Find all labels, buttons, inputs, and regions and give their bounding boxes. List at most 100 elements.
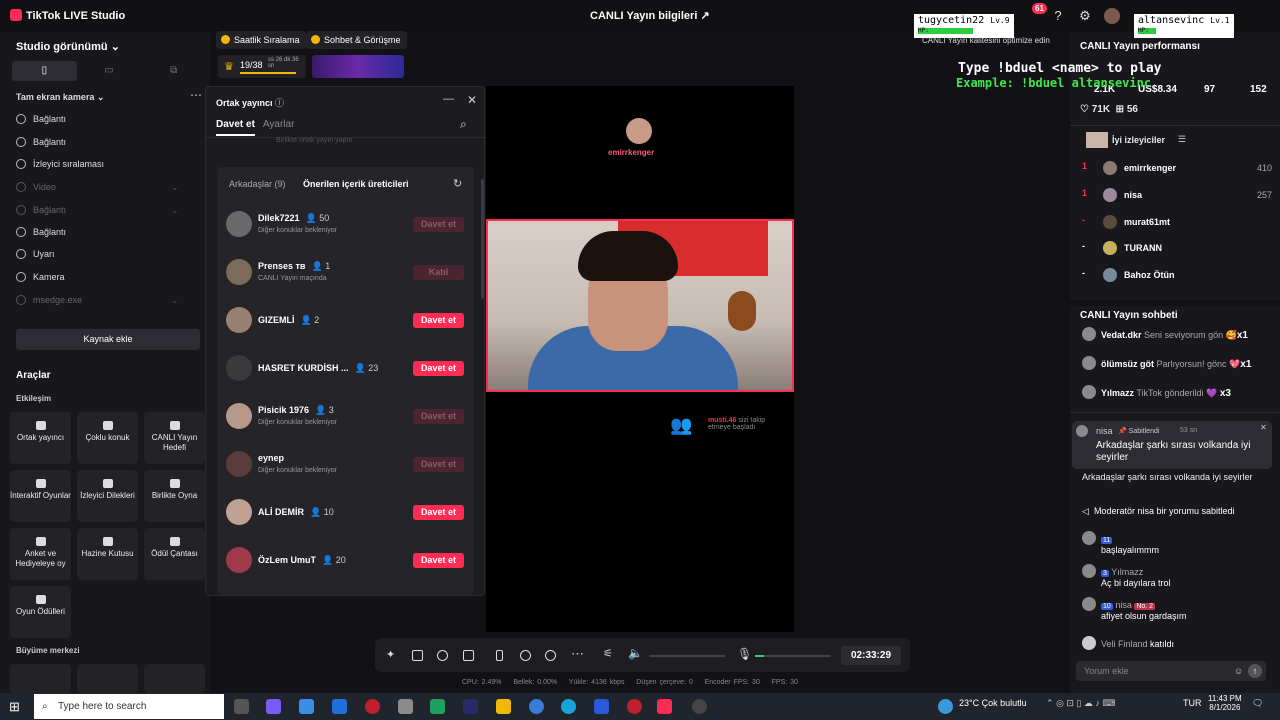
task-view-icon[interactable] xyxy=(234,699,249,714)
rank-row[interactable]: - Bahoz Ötün xyxy=(1082,268,1272,284)
scrollbar[interactable] xyxy=(481,179,484,299)
tool-cohost[interactable]: Ortak yayıncı xyxy=(10,412,71,464)
tiktok-studio-icon[interactable] xyxy=(657,699,672,714)
magic-icon[interactable]: ✦ xyxy=(386,648,397,661)
mic-icon[interactable]: 🎙 xyxy=(737,647,752,661)
source-item[interactable]: Bağlantı ⌄ xyxy=(16,202,179,218)
tool-growth-3[interactable] xyxy=(144,664,205,693)
rank-row[interactable]: - TURANN xyxy=(1082,241,1272,257)
mail-icon[interactable] xyxy=(332,699,347,714)
invite-button[interactable]: Davet et xyxy=(413,505,464,520)
source-item[interactable]: Bağlantı xyxy=(16,224,66,240)
source-item[interactable]: Bağlantı xyxy=(16,134,66,150)
source-item[interactable]: Uyarı xyxy=(16,246,55,262)
invite-button[interactable]: Davet et xyxy=(413,553,464,568)
emoji-icon[interactable]: ☺ xyxy=(1234,661,1243,681)
app-icon[interactable] xyxy=(398,699,413,714)
tool-growth-2[interactable] xyxy=(77,664,138,693)
settings-gear-icon[interactable]: ⚙ xyxy=(1077,8,1093,24)
studio-view-dropdown[interactable]: Studio görünümü ⌄ xyxy=(16,40,120,53)
weather-icon[interactable] xyxy=(938,699,953,714)
promo-banner[interactable] xyxy=(312,55,404,78)
add-source-button[interactable]: Kaynak ekle xyxy=(16,329,200,350)
landscape-layout-button[interactable]: ▭ xyxy=(77,61,142,81)
app-icon[interactable] xyxy=(594,699,609,714)
rank-row[interactable]: - murat61mt xyxy=(1082,215,1272,231)
app-icon[interactable] xyxy=(692,699,707,714)
store-icon[interactable] xyxy=(299,699,314,714)
tool-poll[interactable]: Anket ve Hediyeleye oy xyxy=(10,528,71,580)
rank-progress-card[interactable]: ♛ 19/38 ss 26 dk 36 sn xyxy=(218,55,306,78)
tool-game-rewards[interactable]: Oyun Ödülleri xyxy=(10,586,71,638)
record-icon[interactable] xyxy=(520,650,531,661)
help-icon[interactable]: ? xyxy=(1050,8,1066,24)
tool-viewer-wishes[interactable]: İzleyici Dilekleri xyxy=(77,470,138,522)
hourly-ranking-pill[interactable]: Saatlik Sıralama xyxy=(216,31,306,49)
taskbar-search[interactable]: ⌕ Type here to search xyxy=(34,694,224,719)
tray-icons[interactable]: ⌃ ◎ ⊡ ▯ ☁ ♪ ⌨ xyxy=(1046,698,1115,709)
portrait-layout-button[interactable]: ▯ xyxy=(12,61,77,81)
minimize-icon[interactable]: — xyxy=(443,93,454,105)
dual-layout-button[interactable]: ⧉ xyxy=(141,61,206,81)
volume-slider[interactable] xyxy=(649,655,725,657)
weather-text[interactable]: 23°C Çok bulutlu xyxy=(959,698,1027,708)
invite-button[interactable]: Davet et xyxy=(413,361,464,376)
app-icon[interactable] xyxy=(627,699,642,714)
rank-row[interactable]: 1 emirrkenger 410 xyxy=(1082,161,1272,177)
phone-icon[interactable] xyxy=(496,650,503,661)
tool-play-together[interactable]: Birlikte Oyna xyxy=(144,470,205,522)
tab-friends[interactable]: Arkadaşlar (9) xyxy=(229,179,286,189)
source-item[interactable]: msedge.exe ⌄ xyxy=(16,292,179,308)
tool-live-goal[interactable]: CANLI Yayın Hedefi xyxy=(144,412,205,464)
join-button[interactable]: Katıl xyxy=(413,265,464,280)
source-item[interactable]: Kamera xyxy=(16,269,65,285)
sliders-icon[interactable]: ⚟ xyxy=(603,647,614,660)
tool-multiguest[interactable]: Çoklu konuk xyxy=(77,412,138,464)
language-indicator[interactable]: TUR xyxy=(1183,698,1202,708)
refresh-icon[interactable]: ↻ xyxy=(453,177,462,190)
chat-meet-pill[interactable]: Sohbet & Görüşme xyxy=(306,31,407,49)
tab-suggested[interactable]: Önerilen içerik üreticileri xyxy=(303,179,409,189)
windows-start-icon[interactable]: ⊞ xyxy=(9,699,20,715)
tab-invite[interactable]: Davet et xyxy=(216,119,255,136)
profile-avatar[interactable] xyxy=(1104,8,1120,24)
source-item[interactable]: Video ⌄ xyxy=(16,179,179,195)
source-item[interactable]: Bağlantı xyxy=(16,111,66,127)
screenshot-icon[interactable] xyxy=(412,650,423,661)
copilot-icon[interactable] xyxy=(266,699,281,714)
target-icon[interactable] xyxy=(545,650,556,661)
close-icon[interactable]: ✕ xyxy=(467,93,477,107)
send-icon[interactable]: ↑ xyxy=(1248,664,1262,678)
edge-icon[interactable] xyxy=(561,699,576,714)
notification-icon[interactable]: 🗨 xyxy=(1252,698,1263,709)
more-icon[interactable]: ⋯ xyxy=(571,646,584,662)
list-icon[interactable]: ☰ xyxy=(1178,134,1186,145)
app-icon[interactable] xyxy=(365,699,380,714)
more-icon[interactable]: ⋯ xyxy=(190,88,202,102)
live-info-title[interactable]: CANLI Yayın bilgileri ↗ xyxy=(590,9,710,22)
invite-button[interactable]: Davet et xyxy=(413,313,464,328)
clock[interactable]: 11:43 PM 8/1/2026 xyxy=(1208,694,1242,712)
comment-input[interactable]: Yorum ekle ☺ ↑ xyxy=(1076,661,1266,681)
share-icon[interactable]: ↗ xyxy=(700,10,709,22)
effects-icon[interactable] xyxy=(437,650,448,661)
rank-row[interactable]: 1 nisa 257 xyxy=(1082,188,1272,204)
app-icon[interactable] xyxy=(463,699,478,714)
chrome-icon[interactable] xyxy=(529,699,544,714)
layout-icon[interactable] xyxy=(463,650,474,661)
invite-button[interactable]: Davet et xyxy=(413,217,464,232)
tab-settings[interactable]: Ayarlar xyxy=(263,119,295,130)
tool-interactive-games[interactable]: İnteraktif Oyunlar xyxy=(10,470,71,522)
folder-icon[interactable] xyxy=(496,699,511,714)
speaker-icon[interactable]: 🔈 xyxy=(628,646,643,660)
tool-reward-bag[interactable]: Ödül Çantası xyxy=(144,528,205,580)
tool-growth-1[interactable] xyxy=(10,664,71,693)
pinned-message[interactable]: nisa 📌 Sabitlendi 53 sn ✕ Arkadaşlar şar… xyxy=(1072,421,1272,469)
scene-dropdown[interactable]: Tam ekran kamera ⌄ xyxy=(16,92,104,103)
mic-slider[interactable] xyxy=(755,655,831,657)
invite-button[interactable]: Davet et xyxy=(413,409,464,424)
close-icon[interactable]: ✕ xyxy=(1260,423,1267,432)
info-icon[interactable]: ⓘ xyxy=(275,98,284,108)
invite-button[interactable]: Davet et xyxy=(413,457,464,472)
source-item[interactable]: İzleyici sıralaması xyxy=(16,156,104,172)
